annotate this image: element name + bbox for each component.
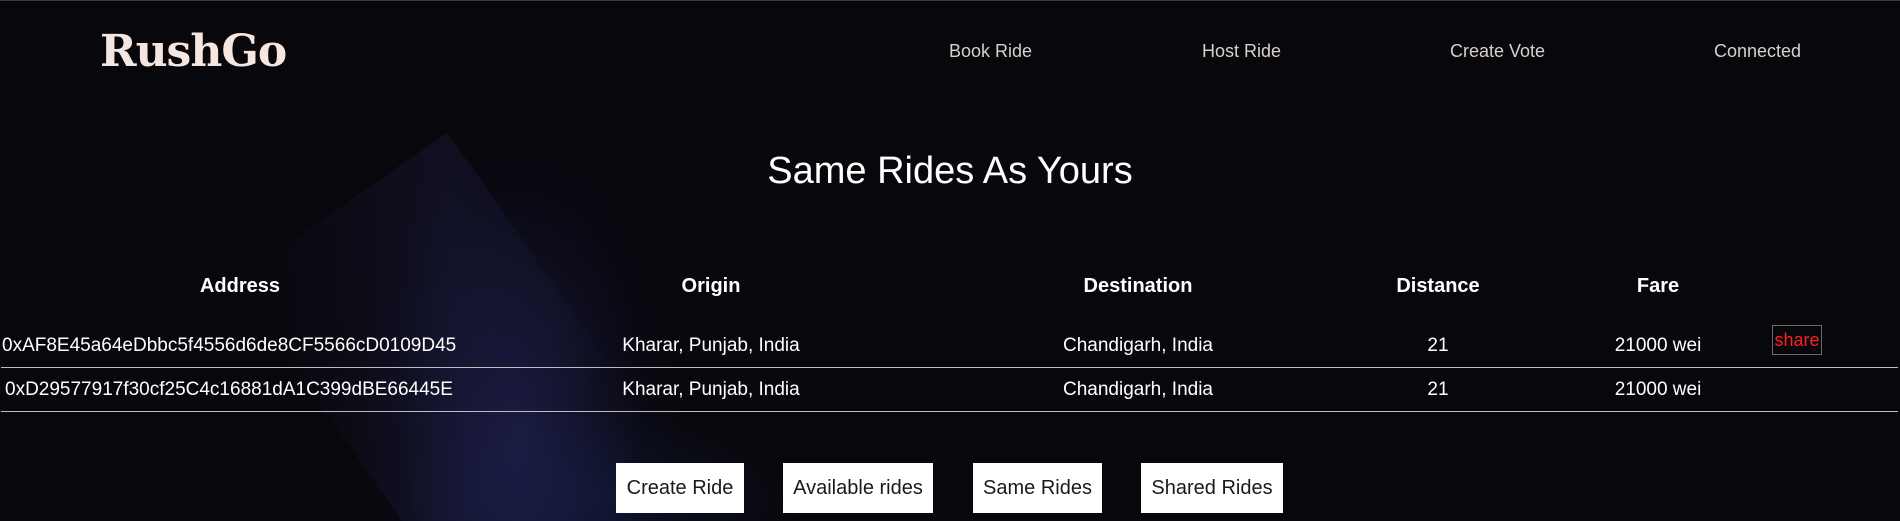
nav-connected[interactable]: Connected	[1714, 41, 1801, 62]
col-header-fare: Fare	[1636, 275, 1680, 297]
cell-destination: Chandigarh, India	[1063, 379, 1213, 400]
share-button[interactable]: share	[1772, 325, 1822, 355]
col-header-destination: Destination	[1083, 275, 1193, 297]
cell-fare: 21000 wei	[1614, 335, 1702, 356]
row-divider	[1, 411, 1898, 412]
col-header-address: Address	[199, 275, 281, 297]
available-rides-button[interactable]: Available rides	[783, 463, 933, 513]
cell-fare: 21000 wei	[1614, 379, 1702, 400]
top-border	[0, 0, 1900, 1]
cell-origin: Kharar, Punjab, India	[622, 379, 800, 400]
brand-logo[interactable]: RushGo	[100, 26, 287, 77]
cell-distance: 21	[1427, 379, 1449, 400]
nav-book-ride[interactable]: Book Ride	[949, 41, 1032, 62]
cell-destination: Chandigarh, India	[1063, 335, 1213, 356]
row-divider	[1, 367, 1898, 368]
cell-address: 0xD29577917f30cf25C4c16881dA1C399dBE6644…	[5, 379, 453, 400]
create-ride-button[interactable]: Create Ride	[616, 463, 744, 513]
cell-address: 0xAF8E45a64eDbbc5f4556d6de8CF5566cD0109D…	[2, 335, 457, 356]
nav-create-vote[interactable]: Create Vote	[1450, 41, 1545, 62]
cell-origin: Kharar, Punjab, India	[622, 335, 800, 356]
app-page: RushGo Book Ride Host Ride Create Vote C…	[0, 0, 1900, 521]
same-rides-button[interactable]: Same Rides	[973, 463, 1102, 513]
col-header-distance: Distance	[1396, 275, 1480, 297]
col-header-origin: Origin	[681, 275, 741, 297]
page-title: Same Rides As Yours	[767, 150, 1133, 192]
nav-host-ride[interactable]: Host Ride	[1202, 41, 1281, 62]
shared-rides-button[interactable]: Shared Rides	[1141, 463, 1283, 513]
cell-distance: 21	[1427, 335, 1449, 356]
